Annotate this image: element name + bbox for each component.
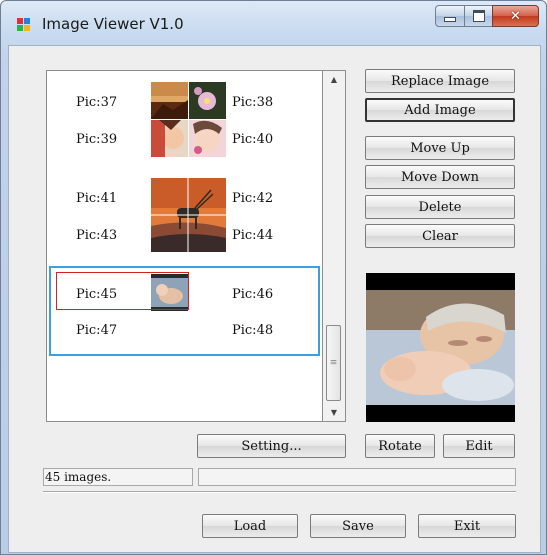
clear-button[interactable]: Clear bbox=[365, 224, 515, 248]
rotate-button[interactable]: Rotate bbox=[365, 434, 435, 458]
move-up-button[interactable]: Move Up bbox=[365, 136, 515, 160]
image-preview bbox=[366, 273, 515, 422]
thumbnail-image[interactable] bbox=[151, 82, 188, 119]
list-item-label[interactable]: Pic:37 bbox=[76, 95, 117, 110]
list-item-label[interactable]: Pic:38 bbox=[232, 95, 273, 110]
list-item-label[interactable]: Pic:42 bbox=[232, 191, 273, 206]
edit-button[interactable]: Edit bbox=[443, 434, 515, 458]
setting-button[interactable]: Setting... bbox=[197, 434, 346, 458]
list-scrollbar[interactable]: ▲ ≡ ▼ bbox=[322, 70, 346, 422]
delete-button[interactable]: Delete bbox=[365, 195, 515, 219]
grip-icon: ≡ bbox=[329, 358, 338, 368]
replace-image-button[interactable]: Replace Image bbox=[365, 69, 515, 93]
window-title: Image Viewer V1.0 bbox=[42, 15, 184, 33]
divider bbox=[43, 491, 516, 493]
list-item-label[interactable]: Pic:44 bbox=[232, 228, 273, 243]
thumbnail-image[interactable] bbox=[189, 120, 226, 157]
thumbnail-image[interactable] bbox=[151, 178, 226, 252]
list-item-label[interactable]: Pic:40 bbox=[232, 132, 273, 147]
selected-item-frame bbox=[56, 272, 189, 310]
arrow-down-icon[interactable]: ▼ bbox=[323, 404, 345, 421]
list-item-label[interactable]: Pic:43 bbox=[76, 228, 117, 243]
save-button[interactable]: Save bbox=[310, 514, 406, 538]
minimize-icon bbox=[444, 16, 456, 22]
close-button[interactable]: ✕ bbox=[492, 5, 539, 27]
thumbnail-image[interactable] bbox=[189, 82, 226, 119]
minimize-button[interactable] bbox=[435, 5, 465, 27]
load-button[interactable]: Load bbox=[202, 514, 298, 538]
image-viewer-icon bbox=[17, 18, 30, 31]
status-bar: 45 images. bbox=[43, 468, 193, 486]
list-item-label[interactable]: Pic:39 bbox=[76, 132, 117, 147]
status-bar-panel bbox=[198, 468, 516, 486]
move-down-button[interactable]: Move Down bbox=[365, 165, 515, 189]
close-icon: ✕ bbox=[510, 8, 521, 24]
arrow-up-icon[interactable]: ▲ bbox=[323, 71, 345, 88]
exit-button[interactable]: Exit bbox=[418, 514, 516, 538]
list-item-label[interactable]: Pic:41 bbox=[76, 191, 117, 206]
title-bar[interactable]: Image Viewer V1.0 ✕ bbox=[1, 1, 546, 41]
thumbnail-image[interactable] bbox=[151, 120, 188, 157]
app-window: Image Viewer V1.0 ✕ Pic:37 Pic:38 Pic:39… bbox=[0, 0, 547, 555]
scroll-thumb[interactable]: ≡ bbox=[326, 325, 341, 401]
client-area: Pic:37 Pic:38 Pic:39 Pic:40 Pic:41 Pic:4… bbox=[8, 45, 541, 553]
maximize-icon bbox=[472, 10, 485, 22]
maximize-button[interactable] bbox=[464, 5, 493, 27]
add-image-button[interactable]: Add Image bbox=[365, 98, 515, 122]
